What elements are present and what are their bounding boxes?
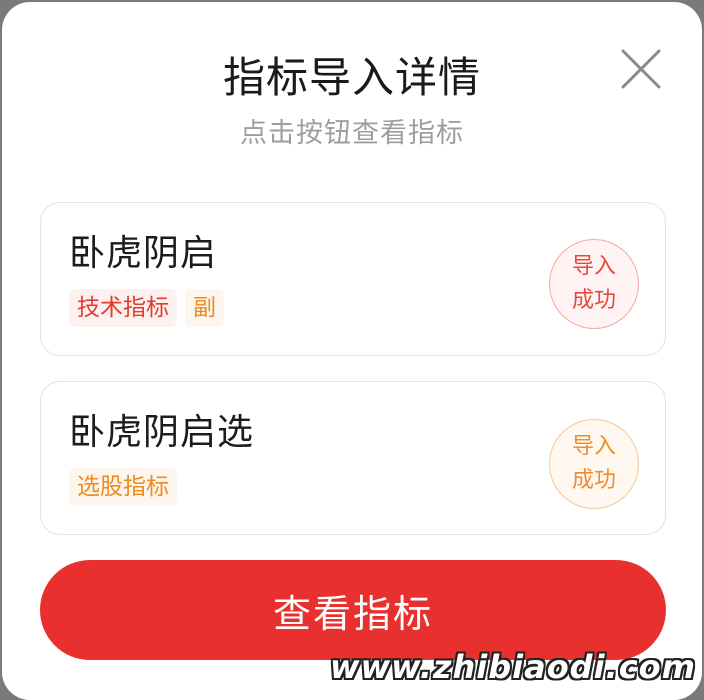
tag-indicator-type: 选股指标 [69, 468, 177, 506]
indicator-card[interactable]: 卧虎阴启 技术指标 副 导入 成功 [40, 202, 666, 356]
indicator-tags: 选股指标 [69, 468, 177, 506]
dialog-subtitle: 点击按钮查看指标 [240, 118, 464, 149]
badge-text-line1: 导入 [571, 434, 616, 459]
watermark: www.zhibiaodi.com [330, 648, 696, 686]
tag-indicator-type: 技术指标 [69, 289, 177, 327]
indicator-card[interactable]: 卧虎阴启选 选股指标 导入 成功 [40, 381, 666, 535]
badge-text-line1: 导入 [571, 254, 616, 279]
indicator-tags: 技术指标 副 [69, 289, 224, 327]
dialog-title: 指标导入详情 [222, 53, 481, 102]
indicator-name: 卧虎阴启 [69, 233, 218, 274]
badge-text-line2: 成功 [571, 288, 616, 313]
view-indicators-button[interactable]: 查看指标 [40, 560, 666, 660]
import-details-dialog: 指标导入详情 点击按钮查看指标 卧虎阴启 技术指标 副 导入 成功 卧虎阴启选 … [2, 2, 702, 700]
tag-sub-chart: 副 [185, 289, 224, 327]
badge-text-line2: 成功 [571, 468, 616, 493]
import-success-badge: 导入 成功 [549, 419, 639, 509]
indicator-name: 卧虎阴启选 [69, 412, 255, 453]
import-success-badge: 导入 成功 [549, 239, 639, 329]
